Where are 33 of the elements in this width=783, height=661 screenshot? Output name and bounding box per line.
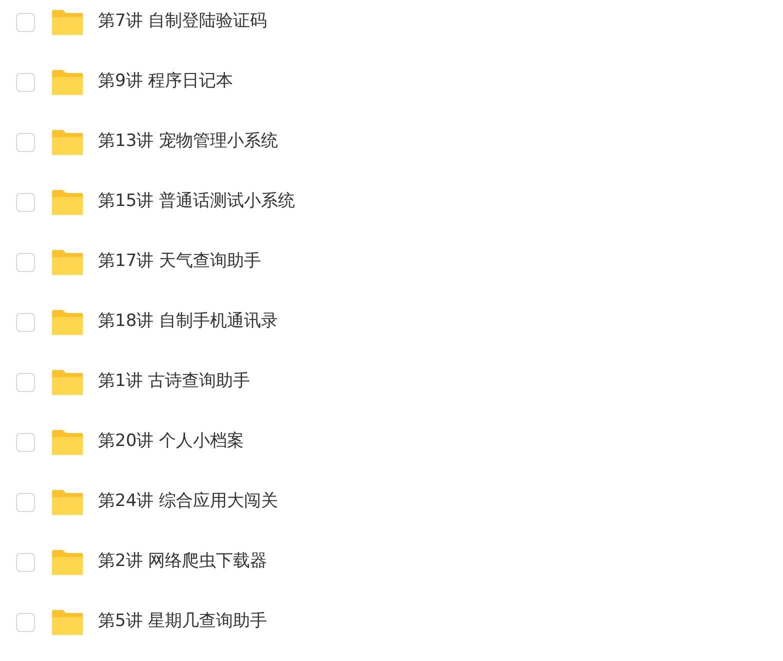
folder-icon (52, 490, 83, 514)
checkbox[interactable] (16, 192, 35, 212)
checkbox[interactable] (16, 612, 35, 632)
folder-icon (52, 610, 83, 634)
folder-icon (52, 130, 83, 154)
folder-name[interactable]: 第5讲 星期几查询助手 (98, 609, 268, 635)
checkbox[interactable] (16, 492, 35, 512)
checkbox[interactable] (16, 552, 35, 572)
folder-icon (52, 430, 83, 454)
folder-icon (52, 370, 83, 394)
checkbox[interactable] (16, 432, 35, 452)
checkbox[interactable] (16, 372, 35, 392)
folder-icon (52, 10, 83, 34)
folder-name[interactable]: 第2讲 网络爬虫下载器 (98, 549, 268, 575)
folder-name[interactable]: 第1讲 古诗查询助手 (98, 369, 250, 395)
folder-name[interactable]: 第17讲 天气查询助手 (98, 249, 262, 275)
folder-name[interactable]: 第20讲 个人小档案 (98, 429, 244, 455)
checkbox[interactable] (16, 132, 35, 152)
folder-name[interactable]: 第9讲 程序日记本 (98, 69, 234, 95)
checkbox[interactable] (16, 72, 35, 92)
folder-name[interactable]: 第7讲 自制登陆验证码 (98, 9, 268, 35)
folder-name[interactable]: 第15讲 普通话测试小系统 (98, 189, 296, 215)
folder-icon (52, 550, 83, 574)
checkbox[interactable] (16, 312, 35, 332)
folder-name[interactable]: 第18讲 自制手机通讯录 (98, 309, 278, 335)
folder-icon (52, 310, 83, 334)
folder-name[interactable]: 第24讲 综合应用大闯关 (98, 489, 278, 515)
folder-icon (52, 250, 83, 274)
checkbox[interactable] (16, 12, 35, 32)
folder-icon (52, 190, 83, 214)
folder-icon (52, 70, 83, 94)
checkbox[interactable] (16, 252, 35, 272)
folder-name[interactable]: 第13讲 宠物管理小系统 (98, 129, 278, 155)
